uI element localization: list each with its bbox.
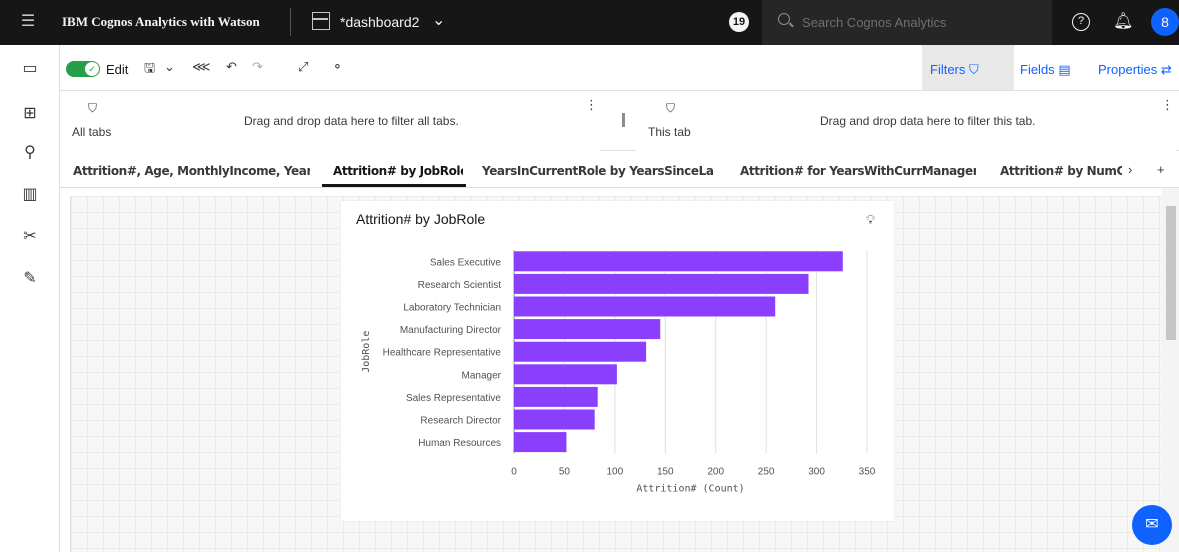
chart-widget[interactable]: Attrition# by JobRole 💡︎ 0 50 100 150 200 250… xyxy=(341,201,894,521)
bar xyxy=(514,409,595,430)
chevron-down-icon[interactable]: ⌄ xyxy=(432,10,445,30)
y-tick-label: Manager xyxy=(462,370,502,381)
bar xyxy=(514,319,661,340)
fields-label: Fields xyxy=(1020,62,1055,77)
properties-icon: ⇄ xyxy=(1160,62,1172,77)
dashboard-name[interactable]: *dashboard2 xyxy=(340,14,419,30)
properties-button[interactable]: Properties ⇄ xyxy=(1098,62,1172,78)
user-avatar-icon[interactable]: 8 xyxy=(1151,8,1179,36)
bell-icon[interactable]: 🔔︎ xyxy=(1113,11,1133,31)
app-title: IBM Cognos Analytics with Watson xyxy=(62,14,260,29)
overflow-menu-icon[interactable]: ⋮ xyxy=(585,97,598,113)
bar xyxy=(514,296,776,317)
this-tab-filter-drop-zone[interactable]: ⛉ This tab Drag and drop data here to fi… xyxy=(636,91,1176,151)
left-rail: ▭ ⊞ ⚲ ▥ ✂ ✎ xyxy=(0,45,60,552)
bar xyxy=(514,432,567,453)
chat-assistant-button[interactable]: ✉ xyxy=(1132,505,1172,545)
x-tick-label: 200 xyxy=(707,466,724,477)
filter-dock: ⛉ All tabs Drag and drop data here to fi… xyxy=(60,91,1179,151)
x-tick-label: 250 xyxy=(758,466,775,477)
y-tick-label: Laboratory Technician xyxy=(403,303,501,314)
filter-icon: ⛉ xyxy=(969,62,979,77)
dashboard-tab-bar: Attrition#, Age, MonthlyIncome, YearsAtC… xyxy=(60,151,1179,188)
undo-icon[interactable]: ↶ xyxy=(226,59,237,75)
x-tick-label: 50 xyxy=(559,466,571,477)
this-tab-label: This tab xyxy=(648,125,691,139)
y-tick-label: Sales Representative xyxy=(406,393,501,404)
bar xyxy=(514,251,843,272)
x-tick-label: 0 xyxy=(511,466,517,477)
all-tabs-drop-hint: Drag and drop data here to filter all ta… xyxy=(244,114,459,128)
menu-icon[interactable]: ☰ xyxy=(18,12,38,32)
bar xyxy=(514,341,647,362)
x-tick-label: 300 xyxy=(808,466,825,477)
properties-label: Properties xyxy=(1098,62,1158,77)
x-tick-label: 100 xyxy=(607,466,624,477)
fullscreen-icon[interactable]: ⤢ xyxy=(298,59,308,75)
x-axis-title: Attrition# (Count) xyxy=(636,483,744,494)
dashboard-toolbar: Edit 🖫︎ ⌄ ⋘ ↶ ↷ ⤢ ⚬ Filters ⛉ Fields ▤ P… xyxy=(60,45,1179,91)
tab-attrition-age[interactable]: Attrition#, Age, MonthlyIncome, YearsAtC xyxy=(73,164,310,178)
share-icon[interactable]: ⋘ xyxy=(192,59,211,75)
header-divider xyxy=(290,8,291,36)
edit-toggle[interactable] xyxy=(66,61,100,77)
redo-icon[interactable]: ↷ xyxy=(252,59,263,75)
filters-label: Filters xyxy=(930,62,966,77)
chat-icon[interactable]: ▭ xyxy=(18,57,42,81)
filter-icon: ⛉ xyxy=(88,101,98,115)
tab-scroll-right-icon[interactable]: › xyxy=(1128,162,1132,177)
dashboard-icon xyxy=(312,12,330,30)
add-tab-icon[interactable]: + xyxy=(1157,162,1165,177)
filters-button[interactable]: Filters ⛉ xyxy=(930,62,979,78)
tab-attrition-by-numco[interactable]: Attrition# by NumCo xyxy=(1000,164,1122,178)
all-tabs-label: All tabs xyxy=(72,125,112,139)
tab-yearsincurrentrole[interactable]: YearsInCurrentRole by YearsSinceLastPro xyxy=(482,164,714,178)
search-icon xyxy=(778,13,790,25)
y-axis-title: JobRole xyxy=(361,331,372,373)
filter-divider xyxy=(622,113,625,127)
scrollbar-thumb[interactable] xyxy=(1166,206,1176,340)
x-tick-label: 350 xyxy=(859,466,876,477)
save-dropdown-chevron-icon[interactable]: ⌄ xyxy=(164,59,175,75)
pin-icon[interactable]: ⚲ xyxy=(18,141,42,165)
tab-attrition-yearswithcurrmanager[interactable]: Attrition# for YearsWithCurrManager hier xyxy=(740,164,976,178)
y-tick-label: Human Resources xyxy=(418,438,501,449)
bar-chart: 0 50 100 150 200 250 300 350 Sales Executive Rese… xyxy=(361,250,876,494)
overflow-menu-icon[interactable]: ⋮ xyxy=(1161,97,1174,113)
bar xyxy=(514,386,598,407)
tab-attrition-by-jobrole[interactable]: Attrition# by JobRole xyxy=(333,164,463,178)
bar xyxy=(514,273,809,294)
filter-icon: ⛉ xyxy=(666,101,676,115)
save-icon[interactable]: 🖫︎ xyxy=(144,59,155,81)
assistant-icon[interactable]: ✎ xyxy=(18,267,42,291)
y-tick-label: Manufacturing Director xyxy=(400,325,502,336)
bar xyxy=(514,364,617,385)
fields-icon: ▤ xyxy=(1058,62,1071,77)
active-tab-indicator xyxy=(322,184,466,187)
fields-button[interactable]: Fields ▤ xyxy=(1020,62,1071,78)
search-bar[interactable] xyxy=(762,0,1052,45)
tools-icon[interactable]: ✂ xyxy=(18,225,42,249)
data-source-icon[interactable]: ⊞ xyxy=(18,102,42,126)
top-header-bar: ☰ IBM Cognos Analytics with Watson *dash… xyxy=(0,0,1179,45)
connect-icon[interactable]: ⚬ xyxy=(332,59,343,75)
all-tabs-filter-drop-zone[interactable]: ⛉ All tabs Drag and drop data here to fi… xyxy=(60,91,600,151)
edit-label: Edit xyxy=(106,62,129,77)
y-tick-label: Research Scientist xyxy=(418,280,502,291)
visualization-icon[interactable]: ▥ xyxy=(18,183,42,207)
y-tick-label: Healthcare Representative xyxy=(383,348,502,359)
y-tick-label: Sales Executive xyxy=(430,257,502,268)
y-tick-label: Research Director xyxy=(420,416,501,427)
notification-count-badge[interactable]: 19 xyxy=(729,12,749,32)
help-icon[interactable]: ? xyxy=(1072,13,1090,31)
x-tick-label: 150 xyxy=(657,466,674,477)
this-tab-drop-hint: Drag and drop data here to filter this t… xyxy=(820,114,1036,128)
search-input[interactable] xyxy=(802,12,1042,32)
